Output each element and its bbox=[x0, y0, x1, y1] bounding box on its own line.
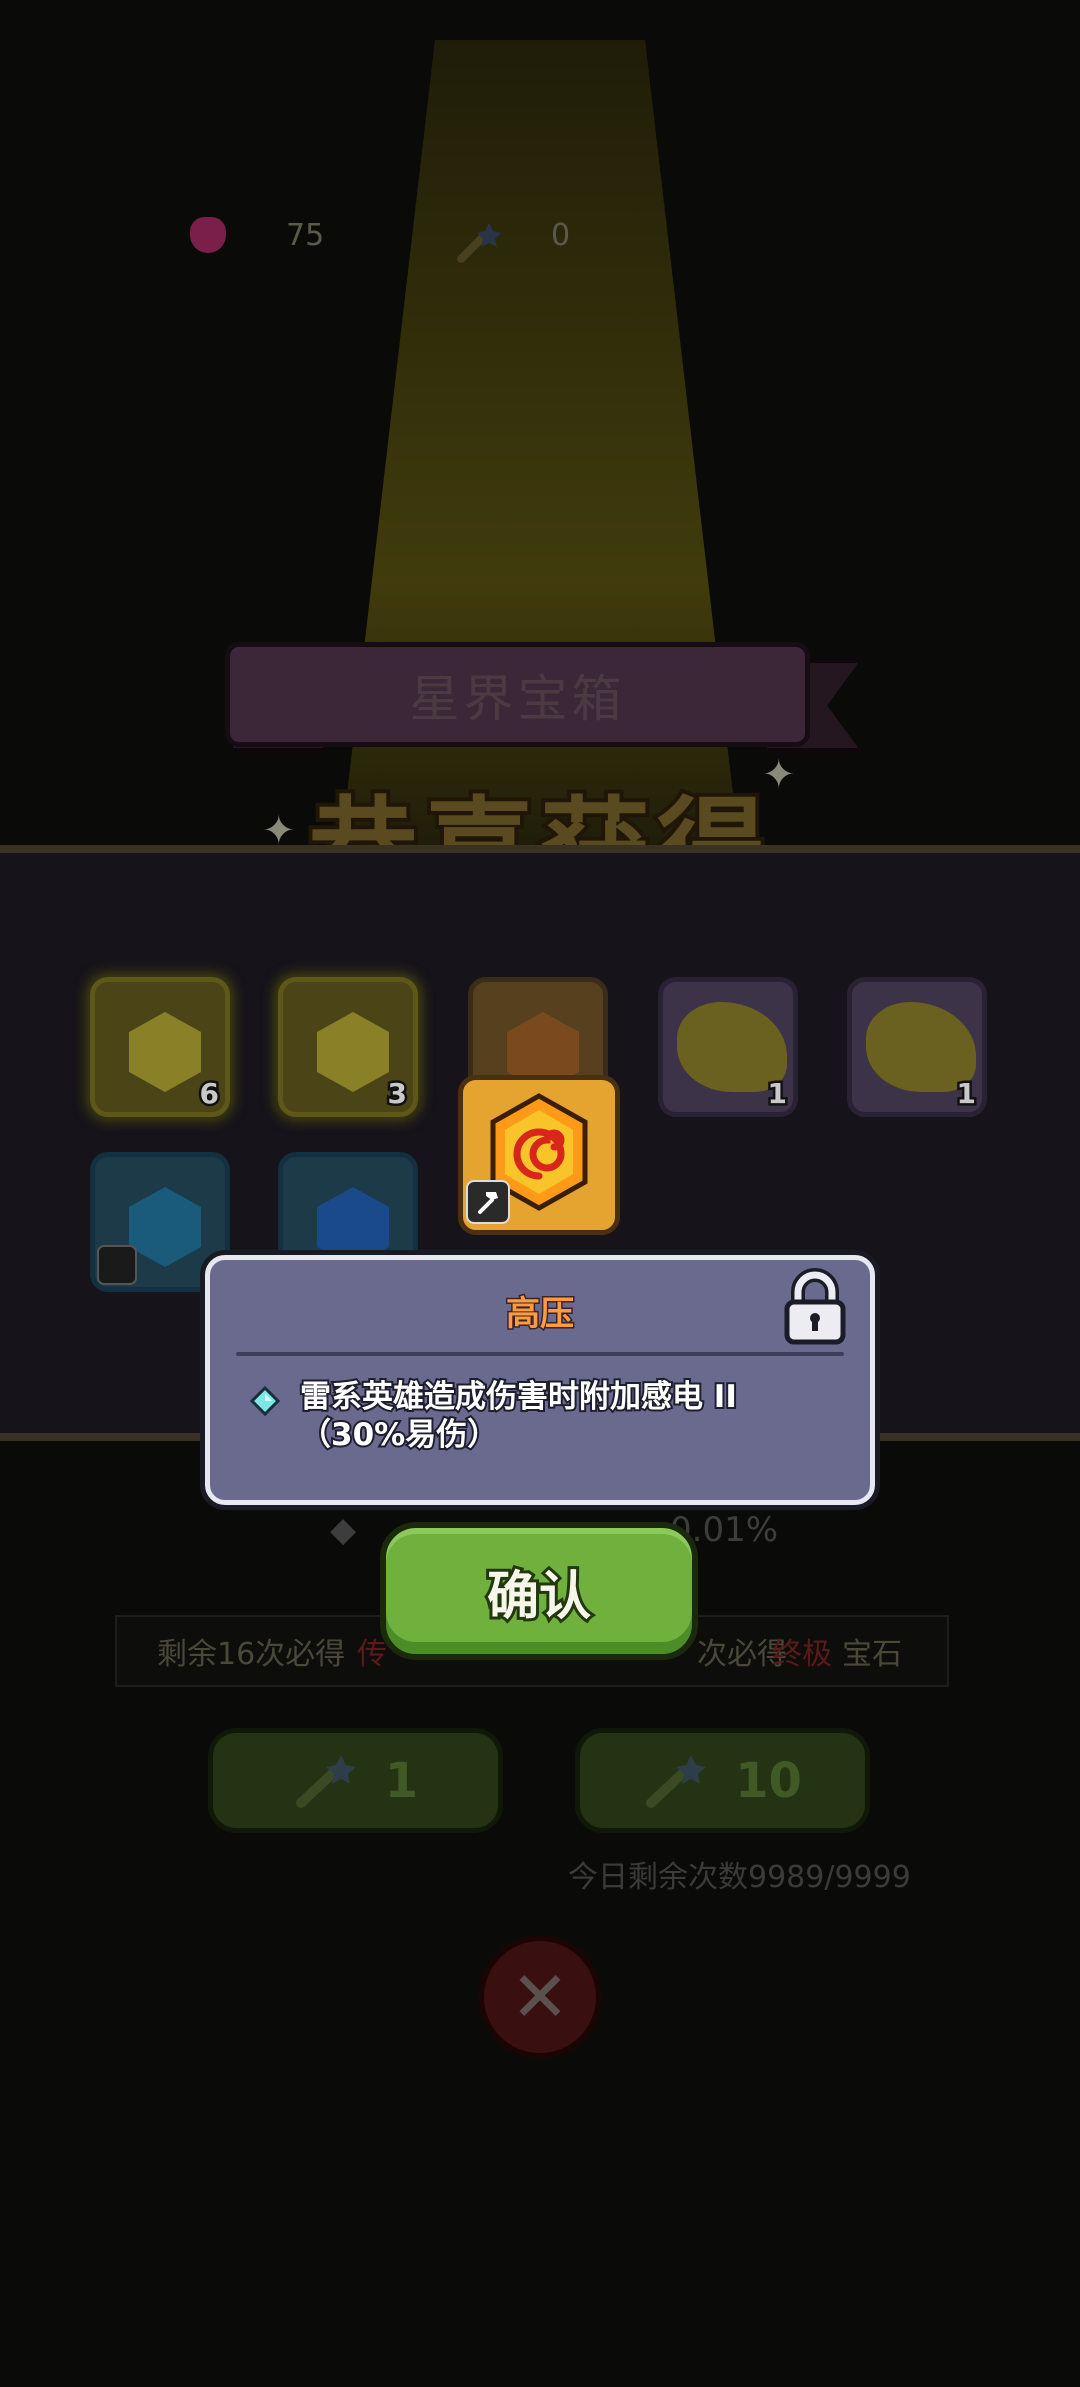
weapon-badge-icon bbox=[97, 1245, 137, 1285]
pink-gem-icon bbox=[190, 217, 226, 253]
reward-item-dragon[interactable]: 1 bbox=[847, 977, 987, 1117]
reward-item-gold-gem[interactable]: 3 bbox=[278, 977, 418, 1117]
tooltip-divider bbox=[236, 1352, 844, 1356]
confirm-button[interactable]: 确认 bbox=[380, 1522, 698, 1660]
draw-ten-label: 10 bbox=[735, 1752, 802, 1809]
close-icon: ✕ bbox=[510, 1956, 570, 2038]
reward-item-dragon[interactable]: 1 bbox=[658, 977, 798, 1117]
draw-ten-button[interactable]: 10 bbox=[575, 1728, 870, 1833]
odds-label: ◆ bbox=[330, 1510, 357, 1550]
confirm-label: 确认 bbox=[484, 1564, 594, 1630]
daily-remaining-text: 今日剩余次数9989/9999 bbox=[568, 1860, 911, 1895]
yellow-gem-icon bbox=[125, 1012, 205, 1092]
sparkle-icon: ✦ bbox=[762, 752, 796, 798]
selected-reward-item[interactable] bbox=[458, 1075, 620, 1235]
gem-currency: 75 bbox=[190, 205, 324, 265]
skill-description: 雷系英雄造成伤害时附加感电 II（30%易伤） bbox=[298, 1377, 739, 1455]
chest-title-ribbon: 星界宝箱 bbox=[225, 642, 810, 747]
skill-tooltip: 高压 雷系英雄造成伤害时附加感电 II（30%易伤） bbox=[205, 1255, 875, 1505]
pity-right-suffix: 宝石 bbox=[842, 1637, 902, 1672]
hammer-badge-icon bbox=[466, 1180, 510, 1224]
cyan-diamond-icon bbox=[250, 1386, 280, 1416]
wand-icon bbox=[455, 217, 501, 263]
reward-item-gold-gem[interactable]: 6 bbox=[90, 977, 230, 1117]
gem-count: 75 bbox=[286, 217, 325, 253]
wand-currency: 0 bbox=[455, 205, 570, 265]
skill-title: 高压 bbox=[505, 1293, 576, 1336]
close-button[interactable]: ✕ bbox=[478, 1935, 602, 2059]
pity-right-highlight: 终极 bbox=[772, 1637, 832, 1672]
wand-icon bbox=[295, 1754, 356, 1808]
draw-once-button[interactable]: 1 bbox=[208, 1728, 503, 1833]
pity-left-text: 剩余16次必得 bbox=[157, 1637, 346, 1672]
yellow-gem-icon bbox=[313, 1012, 393, 1092]
wand-count: 0 bbox=[551, 217, 571, 253]
blue-gem-icon bbox=[125, 1187, 205, 1267]
wand-icon bbox=[646, 1754, 707, 1808]
lock-icon[interactable] bbox=[780, 1268, 850, 1346]
draw-once-label: 1 bbox=[384, 1752, 419, 1809]
chest-title: 星界宝箱 bbox=[409, 669, 626, 728]
